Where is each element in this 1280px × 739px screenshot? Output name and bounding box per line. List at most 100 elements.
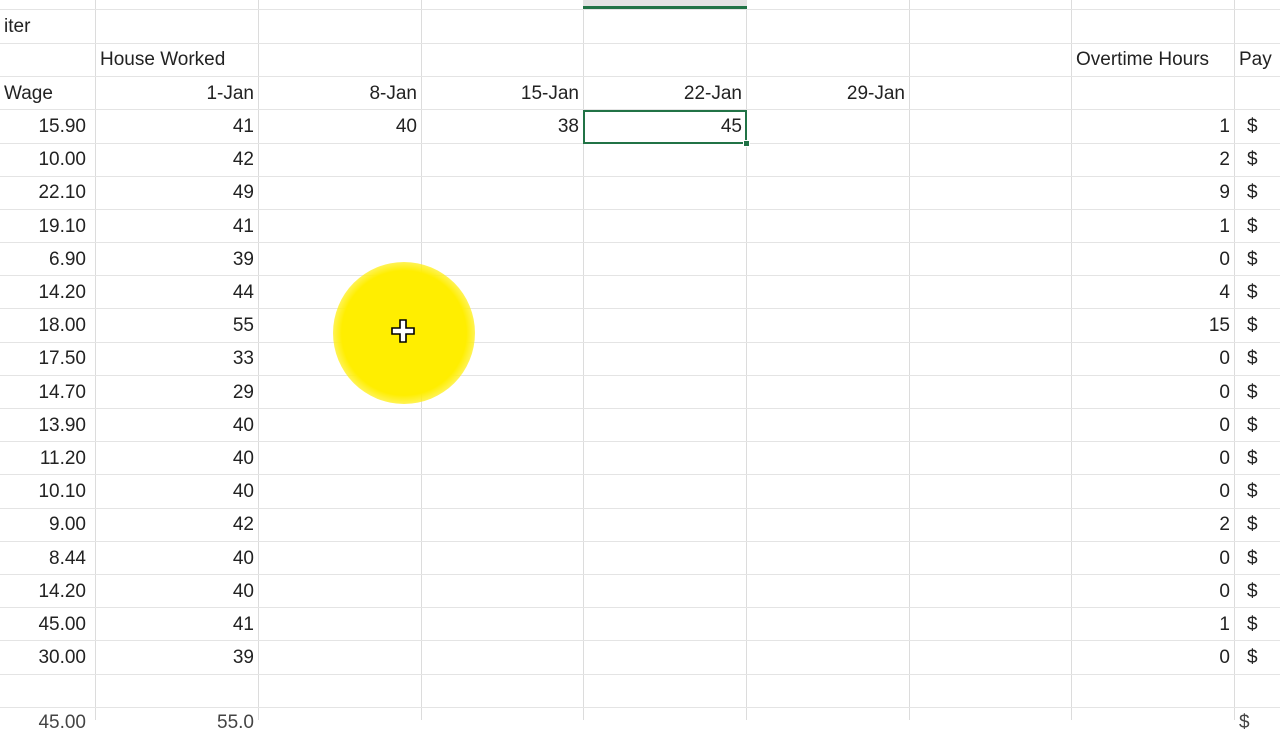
wage-cell[interactable]: 22.10	[0, 176, 90, 209]
hours-1-jan-cell[interactable]: 40	[96, 409, 258, 442]
pay-cell[interactable]: $	[1235, 342, 1280, 375]
hours-15-jan-cell[interactable]	[422, 508, 583, 541]
hours-15-jan-cell[interactable]	[422, 176, 583, 209]
overtime-cell[interactable]: 1	[1072, 110, 1234, 143]
overtime-cell[interactable]: 0	[1072, 409, 1234, 442]
hours-22-jan-cell[interactable]	[584, 475, 746, 508]
hours-22-jan-cell[interactable]	[584, 342, 746, 375]
hours-1-jan-cell[interactable]: 41	[96, 608, 258, 641]
hours-8-jan-cell[interactable]	[259, 442, 421, 475]
hours-8-jan-cell[interactable]	[259, 641, 421, 674]
wage-cell[interactable]: 45.00	[0, 608, 90, 641]
wage-cell[interactable]: 18.00	[0, 309, 90, 342]
pay-header[interactable]: Pay	[1235, 43, 1280, 76]
pay-cell[interactable]: $	[1235, 442, 1280, 475]
overtime-cell[interactable]: 2	[1072, 143, 1234, 176]
wage-cell[interactable]: 6.90	[0, 243, 90, 276]
hours-1-jan-cell[interactable]: 42	[96, 143, 258, 176]
hours-22-jan-cell[interactable]	[584, 376, 746, 409]
partial-row-hours[interactable]: 55.0	[96, 706, 258, 739]
hours-15-jan-cell[interactable]	[422, 210, 583, 243]
pay-cell[interactable]: $	[1235, 409, 1280, 442]
hours-1-jan-cell[interactable]: 33	[96, 342, 258, 375]
hours-1-jan-cell[interactable]: 44	[96, 276, 258, 309]
hours-worked-header[interactable]: House Worked	[96, 43, 296, 76]
hours-15-jan-cell[interactable]	[422, 542, 583, 575]
wage-cell[interactable]: 10.00	[0, 143, 90, 176]
hours-8-jan-cell[interactable]: 40	[259, 110, 421, 143]
overtime-cell[interactable]: 2	[1072, 508, 1234, 541]
hours-1-jan-cell[interactable]: 41	[96, 110, 258, 143]
overtime-cell[interactable]: 0	[1072, 376, 1234, 409]
hours-15-jan-cell[interactable]	[422, 409, 583, 442]
active-column-header[interactable]	[583, 0, 747, 9]
overtime-cell[interactable]: 0	[1072, 342, 1234, 375]
pay-cell[interactable]: $	[1235, 376, 1280, 409]
wage-cell[interactable]: 14.70	[0, 376, 90, 409]
hours-15-jan-cell[interactable]	[422, 143, 583, 176]
hours-22-jan-cell[interactable]	[584, 608, 746, 641]
hours-1-jan-cell[interactable]: 40	[96, 475, 258, 508]
overtime-cell[interactable]: 15	[1072, 309, 1234, 342]
pay-cell[interactable]: $	[1235, 309, 1280, 342]
hours-22-jan-cell[interactable]	[584, 508, 746, 541]
pay-cell[interactable]: $	[1235, 508, 1280, 541]
wage-cell[interactable]: 10.10	[0, 475, 90, 508]
week-header-29-jan[interactable]: 29-Jan	[747, 77, 909, 110]
week-header-8-jan[interactable]: 8-Jan	[259, 77, 421, 110]
hours-1-jan-cell[interactable]: 40	[96, 542, 258, 575]
hours-8-jan-cell[interactable]	[259, 508, 421, 541]
hours-15-jan-cell[interactable]	[422, 475, 583, 508]
hours-15-jan-cell[interactable]	[422, 243, 583, 276]
hours-22-jan-cell[interactable]	[584, 542, 746, 575]
overtime-cell[interactable]: 1	[1072, 608, 1234, 641]
hours-8-jan-cell[interactable]	[259, 210, 421, 243]
hours-1-jan-cell[interactable]: 42	[96, 508, 258, 541]
pay-cell[interactable]: $	[1235, 110, 1280, 143]
wage-cell[interactable]: 11.20	[0, 442, 90, 475]
overtime-cell[interactable]: 0	[1072, 575, 1234, 608]
fill-handle[interactable]	[743, 140, 750, 147]
wage-cell[interactable]: 8.44	[0, 542, 90, 575]
wage-cell[interactable]: 9.00	[0, 508, 90, 541]
overtime-cell[interactable]: 9	[1072, 176, 1234, 209]
pay-cell[interactable]: $	[1235, 176, 1280, 209]
pay-cell[interactable]: $	[1235, 143, 1280, 176]
hours-22-jan-cell[interactable]	[584, 143, 746, 176]
pay-cell[interactable]: $	[1235, 210, 1280, 243]
overtime-cell[interactable]: 0	[1072, 641, 1234, 674]
hours-22-jan-cell[interactable]	[584, 575, 746, 608]
hours-1-jan-cell[interactable]: 41	[96, 210, 258, 243]
wage-cell[interactable]: 13.90	[0, 409, 90, 442]
hours-22-jan-cell[interactable]	[584, 309, 746, 342]
pay-cell[interactable]: $	[1235, 575, 1280, 608]
overtime-cell[interactable]: 1	[1072, 210, 1234, 243]
hours-8-jan-cell[interactable]	[259, 475, 421, 508]
wage-cell[interactable]: 15.90	[0, 110, 90, 143]
pay-cell[interactable]: $	[1235, 641, 1280, 674]
hours-1-jan-cell[interactable]: 55	[96, 309, 258, 342]
hours-8-jan-cell[interactable]	[259, 542, 421, 575]
week-header-1-jan[interactable]: 1-Jan	[96, 77, 258, 110]
hours-15-jan-cell[interactable]	[422, 442, 583, 475]
wage-cell[interactable]: 14.20	[0, 575, 90, 608]
hours-8-jan-cell[interactable]	[259, 409, 421, 442]
wage-cell[interactable]: 19.10	[0, 210, 90, 243]
overtime-cell[interactable]: 0	[1072, 243, 1234, 276]
hours-1-jan-cell[interactable]: 39	[96, 243, 258, 276]
pay-cell[interactable]: $	[1235, 276, 1280, 309]
hours-1-jan-cell[interactable]: 39	[96, 641, 258, 674]
overtime-cell[interactable]: 0	[1072, 475, 1234, 508]
hours-1-jan-cell[interactable]: 40	[96, 575, 258, 608]
pay-cell[interactable]: $	[1235, 608, 1280, 641]
hours-22-jan-cell[interactable]	[584, 243, 746, 276]
hours-22-jan-cell[interactable]	[584, 176, 746, 209]
pay-cell[interactable]: $	[1235, 475, 1280, 508]
overtime-cell[interactable]: 4	[1072, 276, 1234, 309]
wage-cell[interactable]: 14.20	[0, 276, 90, 309]
wage-cell[interactable]: 17.50	[0, 342, 90, 375]
overtime-cell[interactable]: 0	[1072, 542, 1234, 575]
hours-8-jan-cell[interactable]	[259, 575, 421, 608]
week-header-15-jan[interactable]: 15-Jan	[422, 77, 583, 110]
hours-22-jan-cell[interactable]	[584, 442, 746, 475]
